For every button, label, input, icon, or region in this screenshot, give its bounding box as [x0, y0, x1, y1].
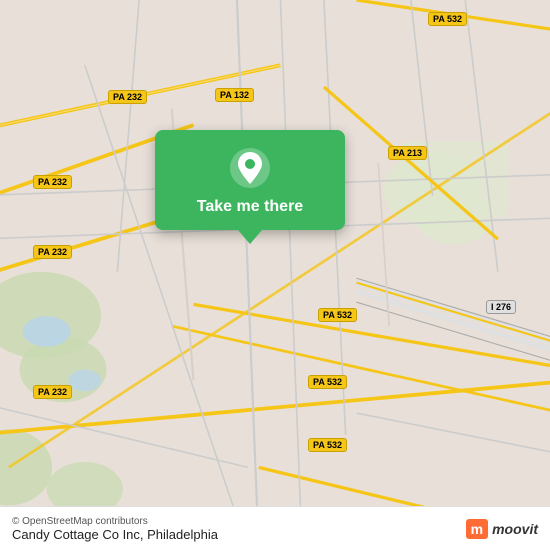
road-label-pa132: PA 132 — [215, 88, 254, 102]
location-name: Candy Cottage Co Inc, Philadelphia — [12, 527, 218, 542]
road-label-pa232-bot: PA 232 — [33, 385, 72, 399]
map-svg — [0, 0, 550, 550]
popup-card[interactable]: Take me there — [155, 130, 345, 230]
road-label-pa232-mid1: PA 232 — [33, 175, 72, 189]
moovit-logo: m moovit — [466, 519, 538, 539]
map-attribution: © OpenStreetMap contributors — [12, 516, 218, 527]
bottom-bar: © OpenStreetMap contributors Candy Cotta… — [0, 506, 550, 550]
road-label-pa532-botright: PA 532 — [308, 438, 347, 452]
bottom-info: © OpenStreetMap contributors Candy Cotta… — [12, 516, 218, 542]
road-label-pa232-top: PA 232 — [108, 90, 147, 104]
map-container: PA 532 PA 232 PA 132 PA 213 PA 232 PA 23… — [0, 0, 550, 550]
road-label-pa532-mid: PA 532 — [318, 308, 357, 322]
road-label-pa532-bot: PA 532 — [308, 375, 347, 389]
moovit-m-icon: m — [466, 519, 488, 539]
road-label-pa532-top: PA 532 — [428, 12, 467, 26]
location-pin-icon — [228, 146, 272, 190]
road-label-pa213: PA 213 — [388, 146, 427, 160]
road-label-pa232-mid2: PA 232 — [33, 245, 72, 259]
moovit-wordmark: moovit — [492, 521, 538, 537]
road-label-i276: I 276 — [486, 300, 516, 314]
take-me-there-button[interactable]: Take me there — [197, 198, 303, 216]
